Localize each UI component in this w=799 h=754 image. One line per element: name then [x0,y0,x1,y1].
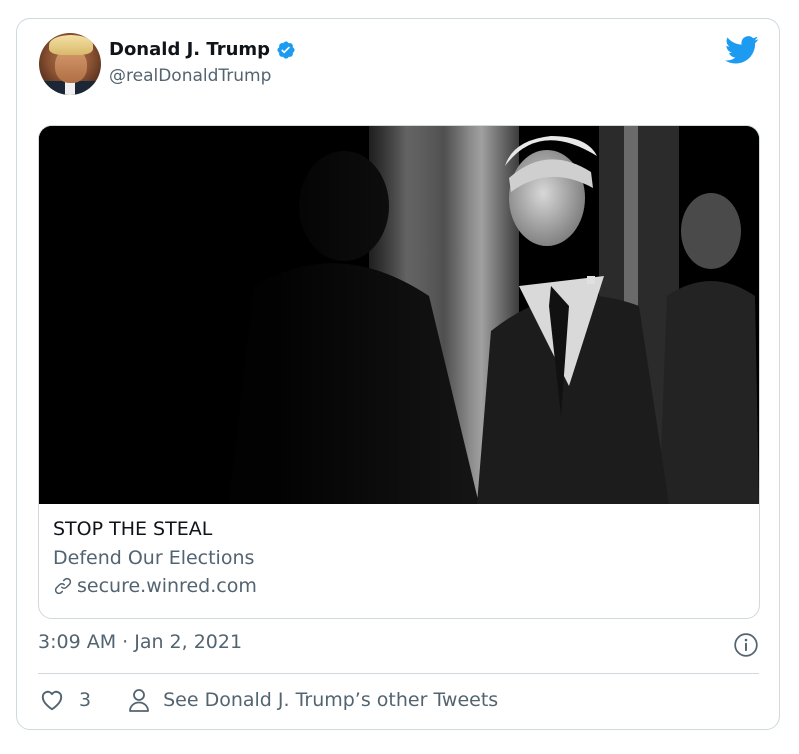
link-preview-description: Defend Our Elections [53,547,255,569]
verified-badge-icon [277,40,295,59]
tweet-actions: 3 See Donald J. Trump’s other Tweets [39,687,498,713]
tweet-timestamp[interactable]: 3:09 AM · Jan 2, 2021 [38,631,242,653]
link-preview-domain: secure.winred.com [77,575,257,597]
link-preview-title: STOP THE STEAL [53,518,213,540]
author-handle[interactable]: @realDonaldTrump [109,66,271,86]
link-preview-image[interactable] [39,126,759,504]
link-preview-card[interactable]: STOP THE STEAL Defend Our Elections secu… [38,125,760,619]
link-preview-domain-row: secure.winred.com [53,572,257,600]
twitter-bird-icon[interactable] [725,35,759,65]
link-icon [54,577,72,595]
tweet-embed-card: Donald J. Trump @realDonaldTrump STOP TH… [16,18,780,730]
like-count[interactable]: 3 [79,689,91,711]
author-display-name[interactable]: Donald J. Trump [109,39,270,60]
link-preview-text: STOP THE STEAL Defend Our Elections secu… [53,516,257,600]
see-other-tweets-link[interactable]: See Donald J. Trump’s other Tweets [163,689,498,711]
person-icon[interactable] [127,687,151,713]
avatar[interactable] [39,33,101,95]
heart-icon[interactable] [39,687,65,713]
author-name-row[interactable]: Donald J. Trump [109,39,296,60]
divider [38,673,759,674]
info-icon[interactable] [733,632,759,658]
